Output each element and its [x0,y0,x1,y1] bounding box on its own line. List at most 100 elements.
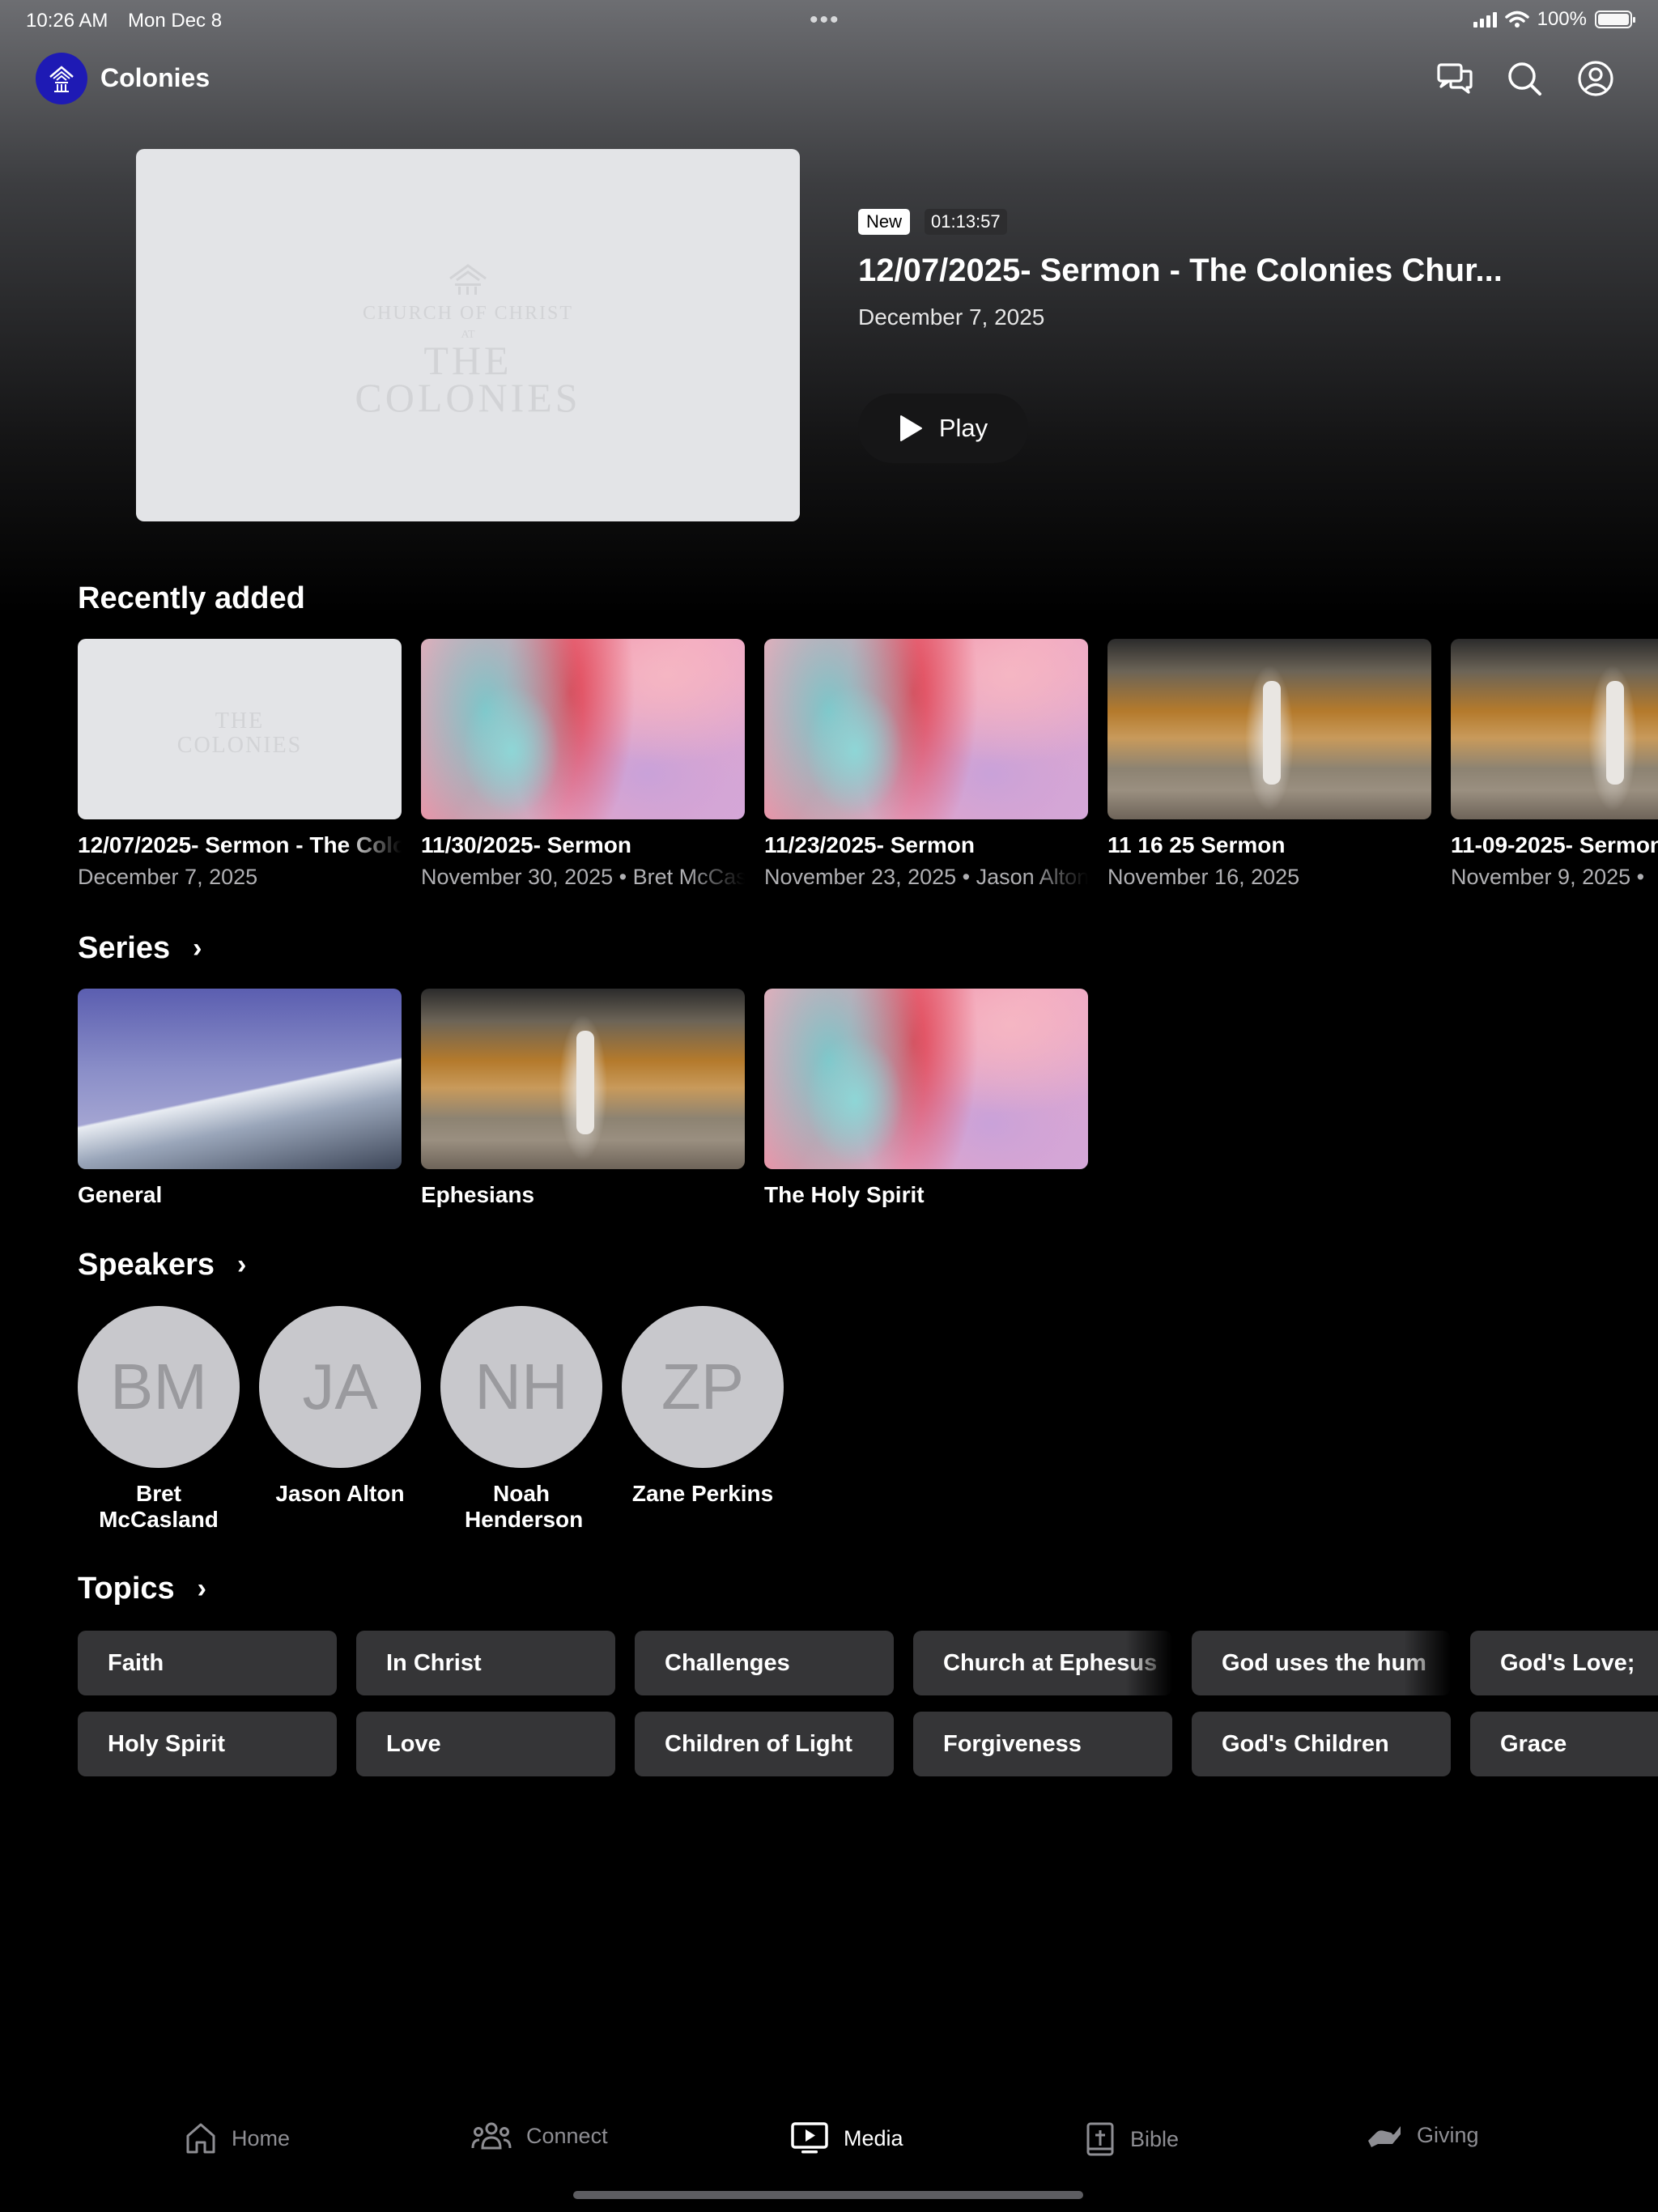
recent-card[interactable]: 11 16 25 Sermon November 16, 2025 [1107,639,1431,890]
speaker-name: Noah Henderson [465,1481,584,1532]
watermark-line1: CHURCH OF CHRIST [362,303,574,324]
speakers-heading[interactable]: Speakers › [78,1248,246,1283]
watermark-line4: COLONIES [355,375,581,420]
topic-chip[interactable]: Love [356,1712,615,1776]
status-time: 10:26 AM [26,10,108,32]
series-card[interactable]: General [78,989,402,1208]
thumb-watermark-colonies: COLONIES [176,733,303,758]
recent-title: 11/30/2025- Sermon [421,832,631,857]
recent-title: 11-09-2025- Sermon [1451,832,1658,857]
tab-giving-label: Giving [1417,2122,1479,2147]
tab-media[interactable]: Media [790,2121,903,2155]
battery-percent: 100% [1537,8,1587,30]
topic-chip[interactable]: In Christ [356,1631,615,1695]
topic-chip[interactable]: God uses the hum [1192,1631,1451,1695]
speaker-item[interactable]: JA Jason Alton [259,1306,421,1507]
recent-thumbnail [421,639,745,819]
topic-chip[interactable]: God's Children [1192,1712,1451,1776]
status-bar: 10:26 AM Mon Dec 8 ••• 100% [26,6,1635,39]
recent-thumbnail [1451,639,1658,819]
recently-added-title: Recently added [78,581,305,615]
giving-hand-icon [1368,2126,1401,2147]
tab-connect-label: Connect [526,2123,608,2148]
chevron-right-icon[interactable]: › [237,1249,246,1281]
tab-home-label: Home [232,2125,291,2150]
avatar: BM [78,1306,240,1468]
topics-heading[interactable]: Topics › [78,1572,206,1606]
profile-icon[interactable] [1575,58,1616,99]
battery-icon [1595,11,1635,28]
series-card[interactable]: Ephesians [421,989,745,1208]
recent-subtitle: November 30, 2025 • Bret McCasland [421,865,745,889]
wifi-icon [1504,11,1529,28]
tv-play-icon [791,2122,828,2154]
topic-chip[interactable]: God's Love; [1470,1631,1658,1695]
topic-chip[interactable]: Holy Spirit [78,1712,337,1776]
avatar: JA [259,1306,421,1468]
series-card[interactable]: The Holy Spirit [764,989,1088,1208]
duration-badge: 01:13:57 [925,209,1007,235]
recent-subtitle: November 16, 2025 [1107,865,1300,889]
recent-title: 11 16 25 Sermon [1107,832,1286,857]
speaker-name: Jason Alton [275,1481,405,1506]
bible-icon [1086,2122,1114,2156]
speaker-name: Zane Perkins [631,1481,774,1506]
tab-home[interactable]: Home [185,2121,290,2155]
topic-chip[interactable]: Grace [1470,1712,1658,1776]
home-icon [186,2123,215,2154]
speaker-item[interactable]: ZP Zane Perkins [622,1306,784,1507]
chevron-right-icon[interactable]: › [198,1573,206,1605]
topics-title: Topics [78,1572,175,1606]
series-thumbnail [421,989,745,1169]
new-badge: New [858,209,911,235]
hero-title[interactable]: 12/07/2025- Sermon - The Colonies Chur..… [858,253,1503,289]
cellular-signal-icon [1473,11,1497,28]
tab-giving[interactable]: Giving [1367,2121,1479,2149]
multitasking-dots-icon[interactable]: ••• [810,6,840,34]
thumb-watermark-the: THE [215,708,265,734]
recent-card[interactable]: THE COLONIES 12/07/2025- Sermon - The Co… [78,639,402,890]
play-icon [899,415,922,441]
hero-thumbnail[interactable]: CHURCH OF CHRIST AT THE COLONIES [136,149,800,521]
church-logo[interactable] [36,53,87,104]
topic-chip[interactable]: Faith [78,1631,337,1695]
speaker-item[interactable]: NH Noah Henderson [440,1306,602,1533]
recent-title: 11/23/2025- Sermon [764,832,975,857]
people-icon [471,2122,512,2150]
tab-bible[interactable]: Bible [1085,2121,1179,2157]
topic-chip[interactable]: Children of Light [635,1712,894,1776]
watermark-logo-icon [445,262,491,298]
recent-thumbnail: THE COLONIES [78,639,402,819]
tab-bible-label: Bible [1130,2126,1180,2151]
topic-chip[interactable]: Challenges [635,1631,894,1695]
series-title-label: General [78,1182,163,1207]
church-logo-icon [49,66,74,92]
series-heading[interactable]: Series › [78,931,202,966]
recently-added-heading: Recently added [78,581,305,616]
search-icon[interactable] [1504,58,1545,99]
tab-connect[interactable]: Connect [471,2121,608,2150]
speakers-title: Speakers [78,1248,215,1282]
series-title-label: Ephesians [421,1182,535,1207]
chat-icon[interactable] [1435,58,1475,99]
recent-card[interactable]: 11/23/2025- Sermon November 23, 2025 • J… [764,639,1088,890]
home-indicator[interactable] [573,2191,1083,2199]
recent-subtitle: November 9, 2025 • [1451,865,1645,889]
series-thumbnail [78,989,402,1169]
app-title: Colonies [100,63,210,92]
recent-title: 12/07/2025- Sermon - The Colonies Church [78,832,402,857]
recent-card[interactable]: 11-09-2025- Sermon November 9, 2025 • [1451,639,1658,890]
recent-thumbnail [764,639,1088,819]
recent-subtitle: November 23, 2025 • Jason Alton [764,865,1088,889]
chevron-right-icon[interactable]: › [193,933,202,964]
topic-chip[interactable]: Forgiveness [913,1712,1172,1776]
status-date: Mon Dec 8 [128,10,223,32]
topic-chip[interactable]: Church at Ephesus [913,1631,1172,1695]
speaker-item[interactable]: BM Bret McCasland [78,1306,240,1533]
recent-subtitle: December 7, 2025 [78,865,258,889]
avatar: NH [440,1306,602,1468]
series-title-label: The Holy Spirit [764,1182,925,1207]
recent-card[interactable]: 11/30/2025- Sermon November 30, 2025 • B… [421,639,745,890]
play-button[interactable]: Play [858,393,1028,463]
avatar: ZP [622,1306,784,1468]
